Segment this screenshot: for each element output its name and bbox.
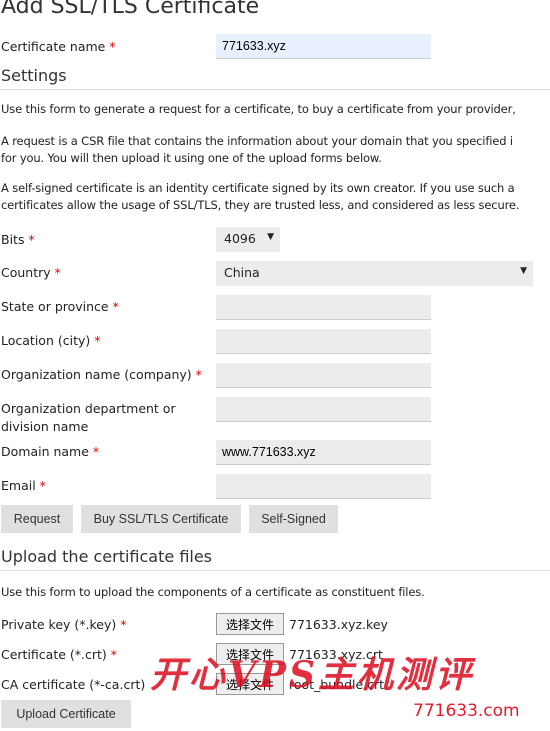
country-label: Country * xyxy=(1,264,61,282)
private-key-label: Private key (*.key) * xyxy=(1,616,127,634)
bits-label: Bits * xyxy=(1,231,35,249)
buy-certificate-button[interactable]: Buy SSL/TLS Certificate xyxy=(81,505,241,533)
required-mark: * xyxy=(54,265,61,280)
settings-p3a: A self-signed certificate is an identity… xyxy=(1,181,515,195)
bits-value: 4096 xyxy=(224,231,256,246)
private-key-filename: 771633.xyz.key xyxy=(289,617,388,632)
dept-label: Organization department or division name xyxy=(1,400,176,436)
org-input[interactable] xyxy=(216,363,431,388)
chevron-down-icon: ▼ xyxy=(267,232,274,242)
required-mark: * xyxy=(39,478,46,493)
org-label-text: Organization name (company) xyxy=(1,367,192,382)
upload-desc: Use this form to upload the components o… xyxy=(1,585,425,599)
country-value: China xyxy=(224,265,260,280)
state-input[interactable] xyxy=(216,295,431,320)
settings-p3b: certificates allow the usage of SSL/TLS,… xyxy=(1,198,520,212)
bits-select[interactable]: 4096 ▼ xyxy=(216,227,280,252)
required-mark: * xyxy=(110,647,118,662)
state-label: State or province * xyxy=(1,298,119,316)
self-signed-button[interactable]: Self-Signed xyxy=(249,505,338,533)
city-label-text: Location (city) xyxy=(1,333,91,348)
email-label-text: Email xyxy=(1,478,36,493)
required-mark: * xyxy=(28,232,35,247)
email-label: Email * xyxy=(1,477,46,495)
private-key-choose-button[interactable]: 选择文件 xyxy=(216,613,284,635)
settings-p2a: A request is a CSR file that contains th… xyxy=(1,134,513,148)
domain-input[interactable] xyxy=(216,440,431,465)
chevron-down-icon: ▼ xyxy=(520,266,527,276)
bits-label-text: Bits xyxy=(1,232,25,247)
cert-name-input[interactable] xyxy=(216,34,431,59)
domain-label: Domain name * xyxy=(1,443,99,461)
upload-heading: Upload the certificate files xyxy=(1,547,213,566)
settings-heading: Settings xyxy=(1,66,67,85)
private-key-label-text: Private key (*.key) xyxy=(1,617,117,632)
watermark-text: 开心VPS主机测评 xyxy=(150,654,475,696)
required-mark: * xyxy=(112,299,119,314)
cert-name-label: Certificate name * xyxy=(1,38,116,56)
divider xyxy=(0,570,550,571)
domain-label-text: Domain name xyxy=(1,444,89,459)
settings-p1: Use this form to generate a request for … xyxy=(1,102,516,116)
dept-label-line2: division name xyxy=(1,419,89,434)
country-select[interactable]: China ▼ xyxy=(216,261,533,286)
cert-name-label-text: Certificate name xyxy=(1,39,106,54)
country-label-text: Country xyxy=(1,265,51,280)
dept-input[interactable] xyxy=(216,397,431,422)
required-mark: * xyxy=(92,444,100,459)
state-label-text: State or province xyxy=(1,299,109,314)
certificate-label-text: Certificate (*.crt) xyxy=(1,647,107,662)
dept-label-line1: Organization department or xyxy=(1,401,176,416)
required-mark: * xyxy=(195,367,202,382)
page-title: Add SSL/TLS Certificate xyxy=(1,0,260,19)
city-label: Location (city) * xyxy=(1,332,100,350)
request-button[interactable]: Request xyxy=(1,505,73,533)
certificate-label: Certificate (*.crt) * xyxy=(1,646,117,664)
required-mark: * xyxy=(109,39,116,54)
divider xyxy=(0,89,550,90)
settings-p2b: for you. You will then upload it using o… xyxy=(1,151,382,165)
city-input[interactable] xyxy=(216,329,431,354)
email-input[interactable] xyxy=(216,474,431,499)
watermark-site: 771633.com xyxy=(413,701,520,721)
required-mark: * xyxy=(120,617,127,632)
upload-certificate-button[interactable]: Upload Certificate xyxy=(1,700,131,728)
org-label: Organization name (company) * xyxy=(1,366,202,384)
ca-certificate-label: CA certificate (*-ca.crt) xyxy=(1,677,146,692)
required-mark: * xyxy=(94,333,101,348)
